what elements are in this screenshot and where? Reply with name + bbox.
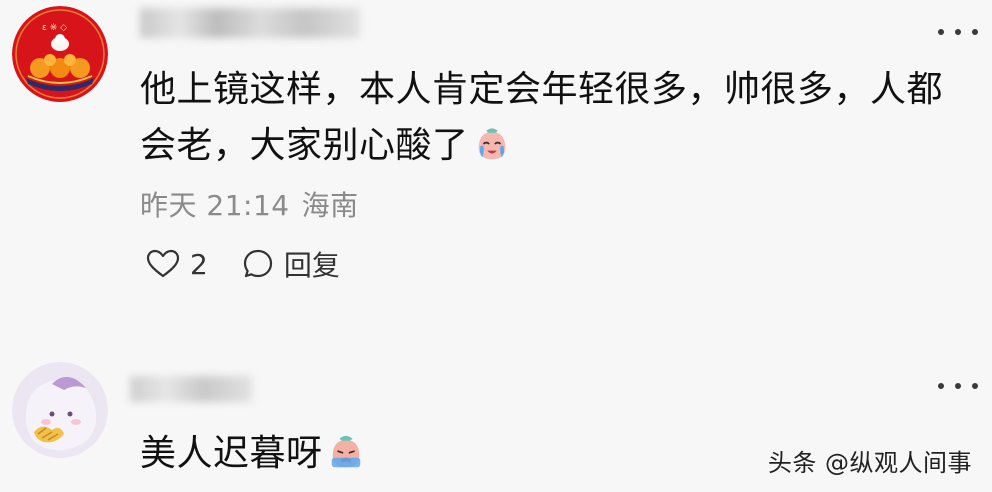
crying-face-emoji (478, 128, 505, 160)
comment-time: 昨天 21:14 (140, 189, 290, 222)
avatar[interactable]: ε ※ ◇ (12, 6, 108, 102)
reply-button[interactable]: 回复 (242, 244, 340, 284)
dot-icon (972, 383, 978, 389)
username-blurred[interactable] (130, 376, 252, 402)
comment-bubble-icon (243, 249, 272, 278)
comment-actions: 2 回复 (146, 244, 340, 284)
dot-icon (938, 383, 944, 389)
dot-icon (938, 29, 944, 35)
reply-label: 回复 (283, 249, 340, 282)
comment-location: 海南 (301, 189, 359, 222)
comment-meta: 昨天 21:14 海南 (140, 184, 359, 224)
svg-text:ε ※ ◇: ε ※ ◇ (42, 23, 67, 33)
heart-icon (146, 249, 180, 278)
more-options-button[interactable] (938, 376, 978, 396)
dot-icon (955, 29, 961, 35)
dot-icon (972, 29, 978, 35)
avatar-image: ε ※ ◇ (12, 6, 108, 102)
comment-body: 他上镜这样，本人肯定会年轻很多，帅很多，人都会老，大家别心酸了 (140, 69, 944, 166)
like-button[interactable]: 2 (146, 248, 208, 281)
comment-text: 他上镜这样，本人肯定会年轻很多，帅很多，人都会老，大家别心酸了 (140, 62, 960, 174)
username-blurred[interactable] (140, 8, 360, 38)
like-count: 2 (190, 247, 208, 281)
avatar[interactable] (12, 362, 108, 458)
comment-body: 美人迟暮呀 (140, 433, 323, 474)
dot-icon (955, 383, 961, 389)
avatar-image (12, 362, 108, 458)
comment-item: ε ※ ◇ 他上镜这样，本人肯定会年轻很多，帅很多，人都会老，大家别心酸了 昨天… (0, 0, 992, 330)
watermark: 头条 @纵观人间事 (767, 449, 972, 477)
crying-face-emoji (331, 435, 360, 468)
more-options-button[interactable] (938, 22, 978, 42)
